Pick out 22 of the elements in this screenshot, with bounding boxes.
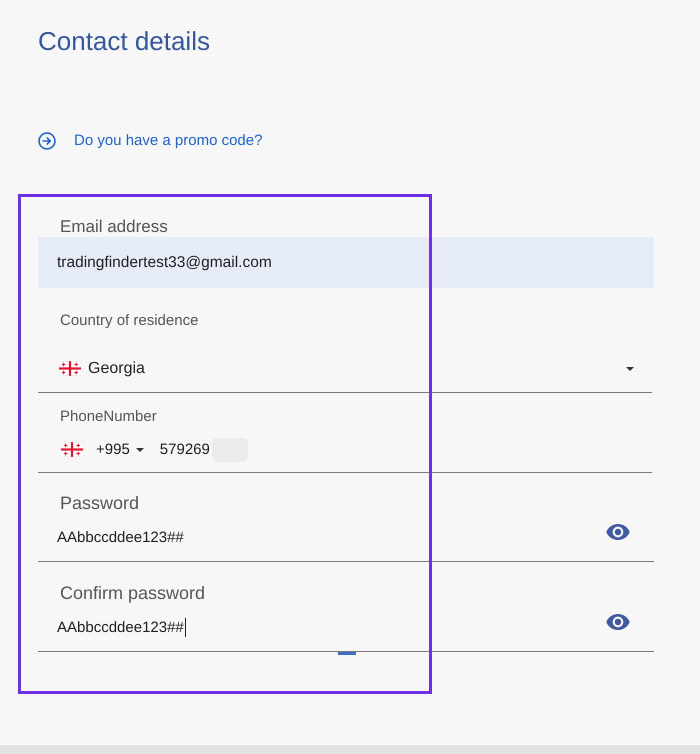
phone-number-input[interactable]: 579269 <box>160 441 210 458</box>
password-field[interactable]: AAbbccddee123## <box>38 604 654 652</box>
country-code-dropdown[interactable]: +995 <box>61 441 144 458</box>
field-label: Confirm password <box>60 582 206 604</box>
password-field[interactable]: AAbbccddee123## <box>38 514 654 562</box>
eye-icon[interactable] <box>606 614 630 630</box>
section-title: Contact details <box>38 25 210 58</box>
field-label: Password <box>60 492 140 514</box>
caret-icon[interactable] <box>626 366 634 370</box>
country-select[interactable]: Georgia <box>38 345 652 393</box>
phone-field[interactable]: +995 579269 <box>38 427 652 473</box>
promo-code-link[interactable]: Do you have a promo code? <box>38 132 262 150</box>
field-label: PhoneNumber <box>60 407 157 427</box>
focus-indicator <box>338 652 356 655</box>
caret-icon[interactable] <box>136 448 144 452</box>
field-label: Country of residence <box>60 311 198 331</box>
flag-icon <box>61 442 83 457</box>
email-field[interactable]: tradingfindertest33@gmail.com <box>38 237 654 288</box>
field-label: Email address <box>60 216 168 237</box>
flag-icon <box>59 361 81 376</box>
eye-icon[interactable] <box>606 524 630 540</box>
arrow-circle-icon <box>38 132 56 150</box>
